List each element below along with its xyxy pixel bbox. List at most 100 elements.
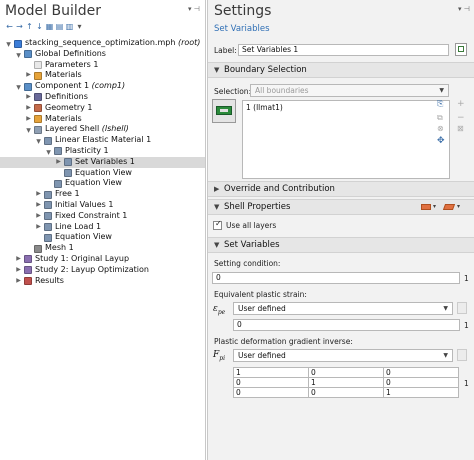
matrix-cell[interactable]: 0 bbox=[383, 367, 459, 378]
selection-active-toggle[interactable] bbox=[212, 99, 236, 123]
fixed-constraint-icon bbox=[44, 212, 52, 221]
tree-item[interactable]: Mesh 1 bbox=[0, 243, 205, 254]
pdg-options-button[interactable] bbox=[457, 349, 467, 361]
tree-item[interactable]: ▲ Linear Elastic Material 1 bbox=[0, 135, 205, 146]
model-builder-title: Model Builder bbox=[5, 3, 101, 19]
section-title: Override and Contribution bbox=[224, 184, 335, 194]
eq-plastic-strain-caption: Equivalent plastic strain: bbox=[214, 290, 307, 299]
tree-item[interactable]: ▶ Initial Values 1 bbox=[0, 200, 205, 211]
tree-item[interactable]: ▶ Fixed Constraint 1 bbox=[0, 211, 205, 222]
tree-item[interactable]: ▶ Line Load 1 bbox=[0, 222, 205, 233]
zoom-to-selection-icon[interactable]: ✥ bbox=[437, 136, 445, 146]
equation-view-icon bbox=[54, 179, 62, 188]
collapse-arrow-icon[interactable]: ▲ bbox=[25, 124, 32, 135]
section-set-variables[interactable]: ▼ Set Variables bbox=[208, 237, 474, 253]
expand-arrow-icon[interactable]: ▶ bbox=[35, 211, 42, 222]
collapse-icon[interactable]: ▤ bbox=[55, 22, 64, 31]
arrow-right-icon[interactable]: → bbox=[15, 22, 24, 31]
tree-item[interactable]: ▲ stacking_sequence_optimization.mph (roo… bbox=[0, 38, 205, 49]
tree-item[interactable]: Equation View bbox=[0, 168, 205, 179]
collapse-arrow-icon[interactable]: ▲ bbox=[5, 38, 12, 49]
study-icon bbox=[24, 255, 32, 264]
matrix-cell[interactable]: 0 bbox=[383, 377, 459, 388]
tree-item-label: Study 1: Original Layup bbox=[35, 253, 130, 263]
clear-selection-icon[interactable]: ⊗ bbox=[437, 124, 444, 133]
tree-item[interactable]: ▶ Materials bbox=[0, 114, 205, 125]
tree-item[interactable]: ▶ Study 2: Layup Optimization bbox=[0, 265, 205, 276]
tree-item[interactable]: ▲ Component 1 (comp1) bbox=[0, 81, 205, 92]
paste-selection-icon[interactable]: ⎘ bbox=[437, 99, 443, 109]
delete-selection-icon[interactable]: ⊠ bbox=[457, 124, 464, 133]
selection-list-item[interactable]: 1 (llmat1) bbox=[246, 103, 283, 112]
pin-icon[interactable]: ▾ ⊣ bbox=[188, 5, 200, 13]
expand-arrow-icon[interactable]: ▶ bbox=[15, 276, 22, 287]
collapse-arrow-icon[interactable]: ▲ bbox=[35, 135, 42, 146]
tree-item-label: Parameters 1 bbox=[45, 59, 99, 69]
layer-icon[interactable] bbox=[421, 204, 431, 210]
tree-item[interactable]: ▶ Study 1: Original Layup bbox=[0, 254, 205, 265]
tree-item[interactable]: ▶ Definitions bbox=[0, 92, 205, 103]
selection-dropdown[interactable]: All boundaries ▼ bbox=[250, 84, 449, 97]
tree-item[interactable]: Equation View bbox=[0, 232, 205, 243]
tree-item[interactable]: ▶ Free 1 bbox=[0, 189, 205, 200]
chevron-down-icon[interactable]: ▾ bbox=[433, 203, 436, 210]
selection-list[interactable]: 1 (llmat1) bbox=[242, 100, 450, 179]
layer-stack-icon[interactable] bbox=[442, 204, 456, 210]
label-input[interactable]: Set Variables 1 bbox=[238, 44, 449, 56]
globe-icon bbox=[24, 50, 32, 59]
matrix-cell[interactable]: 1 bbox=[233, 367, 309, 378]
matrix-cell[interactable]: 0 bbox=[308, 387, 384, 398]
section-boundary-selection[interactable]: ▼ Boundary Selection bbox=[208, 62, 474, 78]
collapse-arrow-icon[interactable]: ▲ bbox=[15, 81, 22, 92]
expand-arrow-icon[interactable]: ▶ bbox=[15, 265, 22, 276]
arrow-up-icon[interactable]: ↑ bbox=[25, 22, 34, 31]
section-shell-properties[interactable]: ▼ Shell Properties ▾ ▾ bbox=[208, 199, 474, 215]
expand-arrow-icon[interactable]: ▶ bbox=[55, 157, 62, 168]
show-icon[interactable]: ▦ bbox=[45, 22, 54, 31]
matrix-cell[interactable]: 0 bbox=[233, 377, 309, 388]
arrow-left-icon[interactable]: ← bbox=[5, 22, 14, 31]
tree-item[interactable]: Equation View bbox=[0, 178, 205, 189]
expand-arrow-icon[interactable]: ▶ bbox=[25, 92, 32, 103]
add-to-selection-icon[interactable]: + bbox=[457, 99, 465, 109]
section-override-contribution[interactable]: ▶ Override and Contribution bbox=[208, 181, 474, 197]
eq-plastic-strain-input[interactable]: 0 bbox=[233, 319, 460, 331]
matrix-cell[interactable]: 1 bbox=[383, 387, 459, 398]
tree-item[interactable]: ▶ Materials bbox=[0, 70, 205, 81]
expand-arrow-icon[interactable]: ▶ bbox=[15, 254, 22, 265]
tree-item[interactable]: ▲ Layered Shell (lshell) bbox=[0, 124, 205, 135]
eq-plastic-strain-dropdown[interactable]: User defined ▼ bbox=[233, 302, 453, 315]
matrix-cell[interactable]: 0 bbox=[308, 367, 384, 378]
matrix-cell[interactable]: 1 bbox=[308, 377, 384, 388]
setting-condition-input[interactable]: 0 bbox=[212, 272, 460, 284]
expand-arrow-icon[interactable]: ▶ bbox=[35, 222, 42, 233]
chevron-down-icon[interactable]: ▾ bbox=[457, 203, 460, 210]
expand-arrow-icon[interactable]: ▶ bbox=[25, 103, 32, 114]
pdg-dropdown[interactable]: User defined ▼ bbox=[233, 349, 453, 362]
section-collapse-icon: ▼ bbox=[214, 203, 220, 211]
copy-selection-icon[interactable]: ⧉ bbox=[437, 113, 443, 123]
menu-icon[interactable]: ▾ bbox=[75, 22, 84, 31]
expand-arrow-icon[interactable]: ▶ bbox=[35, 189, 42, 200]
eq-plastic-strain-options-button[interactable] bbox=[457, 302, 467, 314]
section-title: Boundary Selection bbox=[224, 65, 307, 75]
collapse-arrow-icon[interactable]: ▲ bbox=[45, 146, 52, 157]
tree-item[interactable]: ▲ Global Definitions bbox=[0, 49, 205, 60]
collapse-arrow-icon[interactable]: ▲ bbox=[15, 49, 22, 60]
tree-item[interactable]: ▶ Results bbox=[0, 276, 205, 287]
matrix-cell[interactable]: 0 bbox=[233, 387, 309, 398]
expand-arrow-icon[interactable]: ▶ bbox=[25, 70, 32, 81]
tree-item[interactable]: ▶ Set Variables 1 bbox=[0, 156, 205, 168]
use-all-layers-checkbox[interactable]: ✓ bbox=[213, 219, 222, 230]
tree-item[interactable]: ▲ Plasticity 1 bbox=[0, 146, 205, 157]
expand-arrow-icon[interactable]: ▶ bbox=[35, 200, 42, 211]
remove-from-selection-icon[interactable]: − bbox=[457, 113, 465, 123]
arrow-down-icon[interactable]: ↓ bbox=[35, 22, 44, 31]
label-reset-icon[interactable] bbox=[455, 43, 467, 56]
expand-arrow-icon[interactable]: ▶ bbox=[25, 114, 32, 125]
tree-item[interactable]: ▶ Geometry 1 bbox=[0, 103, 205, 114]
settings-pin-icon[interactable]: ▾ ⊣ bbox=[458, 5, 470, 13]
tree-item[interactable]: Parameters 1 bbox=[0, 60, 205, 71]
expand-icon[interactable]: ▥ bbox=[65, 22, 74, 31]
equation-view-icon bbox=[64, 169, 72, 178]
